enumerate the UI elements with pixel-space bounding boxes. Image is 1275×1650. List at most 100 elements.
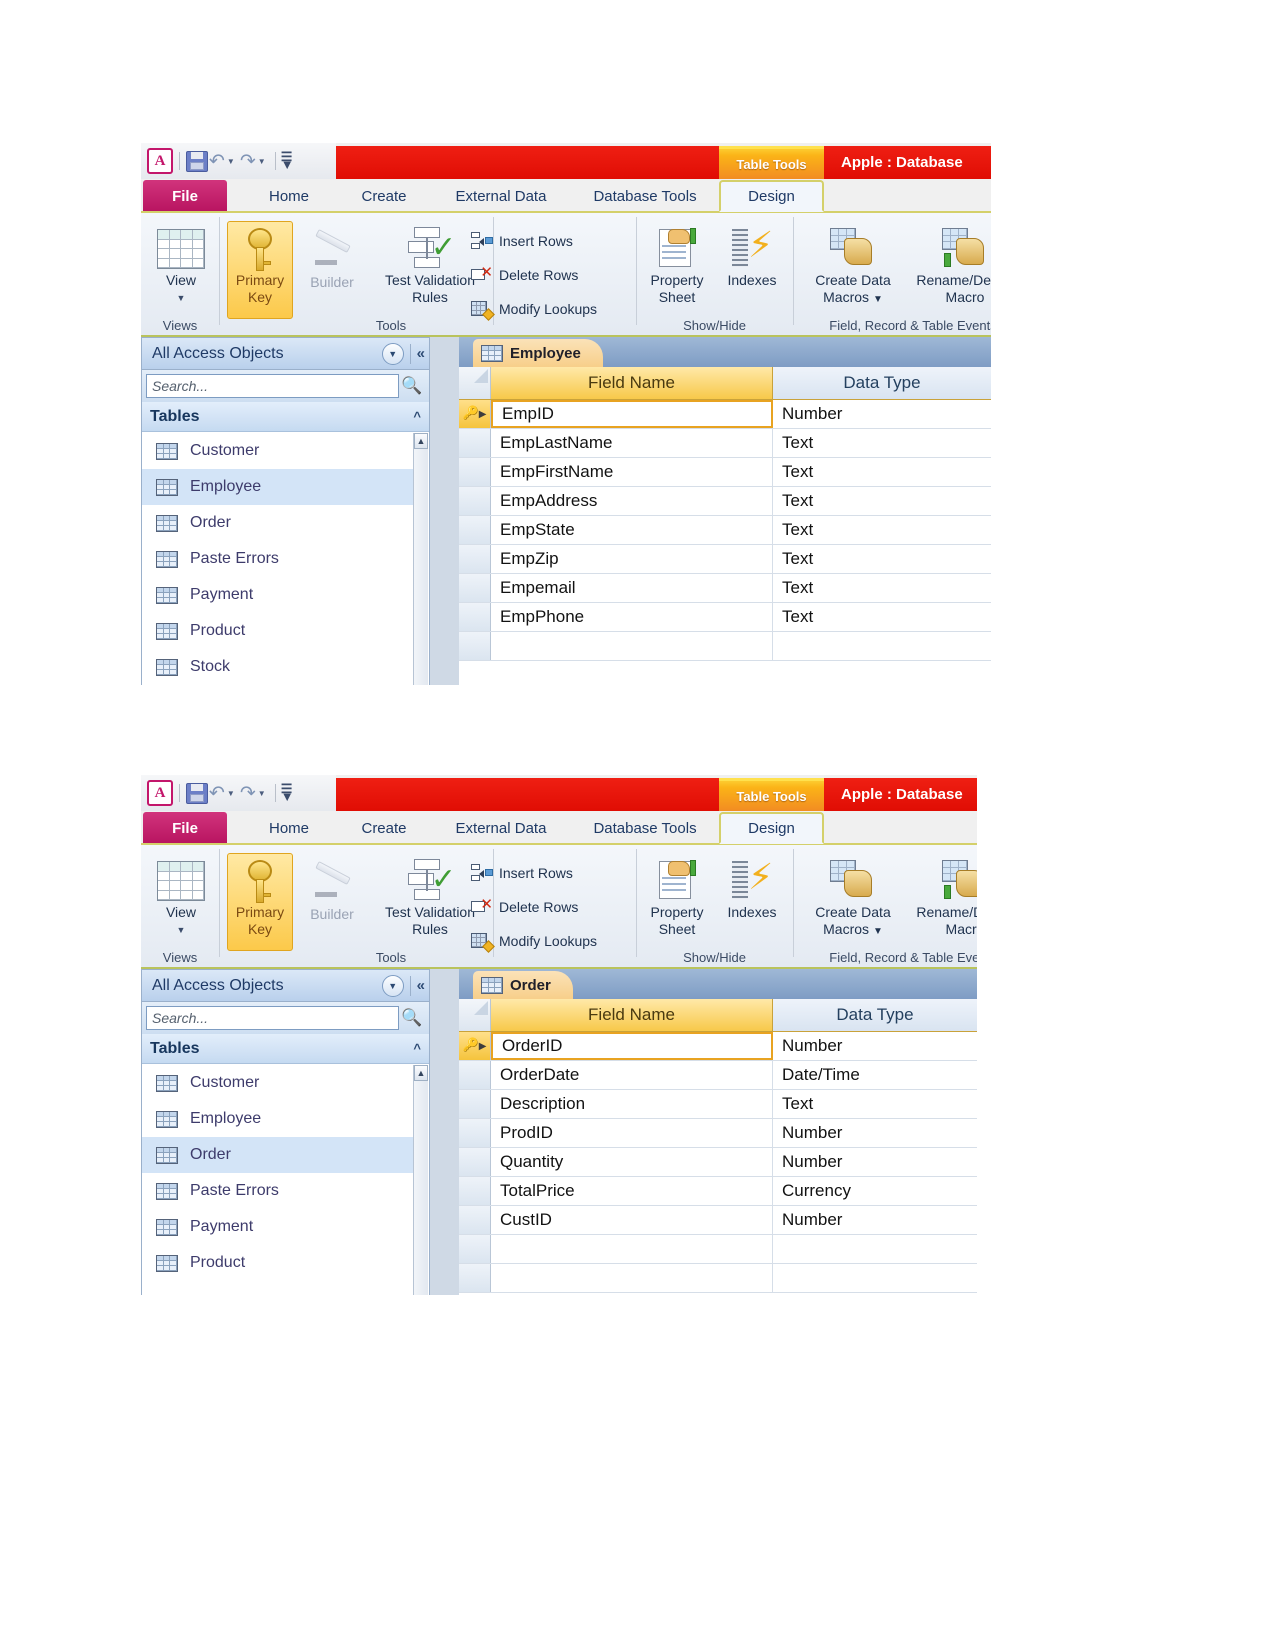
table-row[interactable]: EmpLastName Text: [459, 429, 991, 458]
undo-icon[interactable]: ↶: [209, 782, 225, 804]
tab-database-tools[interactable]: Database Tools: [571, 180, 719, 212]
data-type-cell[interactable]: [773, 632, 991, 660]
column-header-field-name[interactable]: Field Name: [491, 367, 773, 399]
undo-dropdown-icon[interactable]: ▼: [227, 157, 235, 166]
table-row[interactable]: EmpPhone Text: [459, 603, 991, 632]
field-name-cell[interactable]: CustID: [491, 1206, 773, 1234]
property-sheet-button[interactable]: Property Sheet: [640, 859, 714, 938]
view-button[interactable]: View ▼: [156, 229, 206, 307]
row-selector[interactable]: [459, 1148, 491, 1176]
table-row[interactable]: TotalPrice Currency: [459, 1177, 977, 1206]
row-selector[interactable]: [459, 574, 491, 602]
table-row[interactable]: 🔑▶ OrderID Number: [459, 1032, 977, 1061]
field-name-cell[interactable]: EmpAddress: [491, 487, 773, 515]
view-dropdown-icon[interactable]: ▼: [177, 290, 186, 307]
undo-dropdown-icon[interactable]: ▼: [227, 789, 235, 798]
nav-group-tables[interactable]: Tables ^: [142, 402, 429, 432]
navigation-pane-header[interactable]: All Access Objects ▼ «: [142, 338, 429, 370]
undo-icon[interactable]: ↶: [209, 150, 225, 172]
quick-access-toolbar[interactable]: A ↶ ▼ ↷ ▼ ☰ ▼: [141, 775, 336, 811]
redo-icon[interactable]: ↷: [240, 150, 256, 172]
data-type-cell[interactable]: Text: [773, 516, 991, 544]
row-selector[interactable]: [459, 1177, 491, 1205]
field-name-cell[interactable]: Quantity: [491, 1148, 773, 1176]
table-row[interactable]: EmpFirstName Text: [459, 458, 991, 487]
table-row[interactable]: CustID Number: [459, 1206, 977, 1235]
field-name-cell[interactable]: EmpState: [491, 516, 773, 544]
table-row[interactable]: EmpAddress Text: [459, 487, 991, 516]
field-name-cell[interactable]: ProdID: [491, 1119, 773, 1147]
row-selector[interactable]: [459, 1206, 491, 1234]
table-row[interactable]: EmpState Text: [459, 516, 991, 545]
field-name-cell[interactable]: [491, 632, 773, 660]
data-type-cell[interactable]: Date/Time: [773, 1061, 977, 1089]
table-row[interactable]: OrderDate Date/Time: [459, 1061, 977, 1090]
document-tab[interactable]: Order: [473, 971, 573, 999]
row-selector[interactable]: [459, 1119, 491, 1147]
insert-rows-button[interactable]: Insert Rows: [471, 863, 573, 883]
list-item[interactable]: Payment: [142, 1209, 414, 1245]
search-icon[interactable]: 🔍: [399, 1008, 425, 1028]
row-selector[interactable]: [459, 632, 491, 660]
field-name-cell[interactable]: EmpFirstName: [491, 458, 773, 486]
column-header-data-type[interactable]: Data Type: [773, 367, 991, 399]
scroll-up-icon[interactable]: ▲: [414, 433, 428, 449]
row-selector[interactable]: [459, 516, 491, 544]
column-header-field-name[interactable]: Field Name: [491, 999, 773, 1031]
tab-external-data[interactable]: External Data: [431, 180, 571, 212]
list-item[interactable]: Paste Errors: [142, 1173, 414, 1209]
chevron-up-icon[interactable]: ^: [413, 409, 421, 424]
data-type-cell[interactable]: [773, 1264, 977, 1292]
tab-create[interactable]: Create: [337, 812, 431, 844]
row-selector[interactable]: [459, 1235, 491, 1263]
search-input[interactable]: Search...: [146, 1006, 399, 1030]
modify-lookups-button[interactable]: Modify Lookups: [471, 931, 597, 953]
primary-key-button[interactable]: Primary Key: [227, 221, 293, 319]
data-type-cell[interactable]: Number: [773, 1148, 977, 1176]
data-type-cell[interactable]: Number: [773, 400, 991, 428]
navigation-scrollbar[interactable]: ▲: [413, 433, 428, 685]
data-type-cell[interactable]: Text: [773, 574, 991, 602]
field-name-cell[interactable]: [491, 1264, 773, 1292]
navigation-scrollbar[interactable]: ▲: [413, 1065, 428, 1295]
table-row[interactable]: 🔑▶ EmpID Number: [459, 400, 991, 429]
save-icon[interactable]: [186, 782, 208, 804]
column-header-data-type[interactable]: Data Type: [773, 999, 977, 1031]
quick-access-toolbar[interactable]: A ↶ ▼ ↷ ▼ ☰ ▼: [141, 143, 336, 179]
tab-file[interactable]: File: [143, 180, 227, 212]
data-type-cell[interactable]: Text: [773, 429, 991, 457]
list-item[interactable]: Product: [142, 1245, 414, 1281]
list-item[interactable]: Customer: [142, 1065, 414, 1101]
data-type-cell[interactable]: Number: [773, 1032, 977, 1060]
primary-key-button[interactable]: Primary Key: [227, 853, 293, 951]
redo-icon[interactable]: ↷: [240, 782, 256, 804]
row-selector[interactable]: [459, 545, 491, 573]
field-name-cell[interactable]: OrderDate: [491, 1061, 773, 1089]
list-item[interactable]: Customer: [142, 433, 414, 469]
row-selector[interactable]: [459, 487, 491, 515]
data-type-cell[interactable]: Text: [773, 545, 991, 573]
rename-delete-macro-button[interactable]: Rename/Delete Macro: [905, 227, 991, 306]
view-dropdown-icon[interactable]: ▼: [177, 922, 186, 939]
list-item[interactable]: Stock: [142, 649, 414, 685]
table-row[interactable]: Quantity Number: [459, 1148, 977, 1177]
tab-home[interactable]: Home: [241, 180, 337, 212]
table-row[interactable]: [459, 632, 991, 661]
tab-design[interactable]: Design: [719, 180, 824, 212]
modify-lookups-button[interactable]: Modify Lookups: [471, 299, 597, 321]
property-sheet-button[interactable]: Property Sheet: [640, 227, 714, 306]
field-name-cell[interactable]: Empemail: [491, 574, 773, 602]
row-selector[interactable]: [459, 1264, 491, 1292]
field-name-cell[interactable]: Description: [491, 1090, 773, 1118]
scroll-up-icon[interactable]: ▲: [414, 1065, 428, 1081]
chevron-down-icon[interactable]: ▼: [381, 342, 404, 365]
row-selector[interactable]: [459, 429, 491, 457]
chevron-up-icon[interactable]: ^: [413, 1041, 421, 1056]
field-name-cell[interactable]: [491, 1235, 773, 1263]
create-data-macros-dropdown-icon[interactable]: ▼: [873, 294, 883, 305]
collapse-pane-icon[interactable]: «: [417, 345, 425, 362]
redo-dropdown-icon[interactable]: ▼: [258, 157, 266, 166]
tab-create[interactable]: Create: [337, 180, 431, 212]
list-item[interactable]: Product: [142, 613, 414, 649]
create-data-macros-button[interactable]: Create Data Macros ▼: [801, 227, 905, 308]
